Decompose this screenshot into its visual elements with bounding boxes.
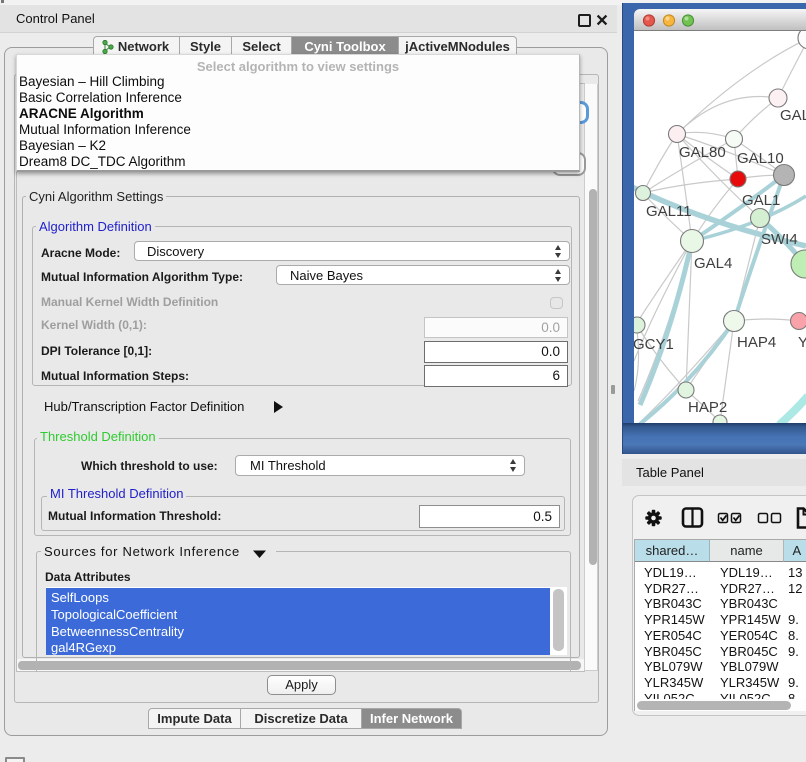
svg-text:SWI4: SWI4 [761,231,798,248]
svg-text:GAL10: GAL10 [737,150,784,167]
svg-text:HAP2: HAP2 [688,399,727,416]
svg-text:GAL4: GAL4 [694,255,732,272]
svg-text:GCY1: GCY1 [634,336,674,353]
svg-text:GAL11: GAL11 [646,203,692,220]
svg-text:HAP4: HAP4 [737,334,776,351]
svg-text:GAL80: GAL80 [679,144,726,161]
svg-text:Y: Y [798,334,806,351]
svg-text:GAL7: GAL7 [780,107,806,124]
svg-text:GAL1: GAL1 [742,192,780,209]
